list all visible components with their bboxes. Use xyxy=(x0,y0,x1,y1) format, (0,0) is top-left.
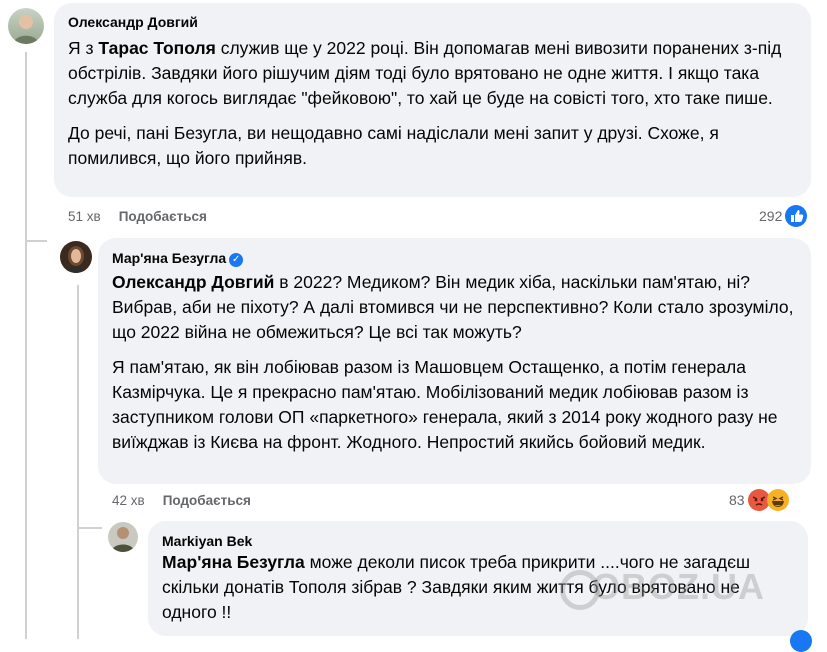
comment-text-part: Я з xyxy=(68,38,99,58)
comment-paragraph: До речі, пані Безугла, ви нещодавно самі… xyxy=(68,123,719,168)
comment-bubble: Мар'яна Безугла ✓ Олександр Довгий в 2022… xyxy=(98,238,811,484)
comment-author[interactable]: Олександр Довгий xyxy=(68,14,198,30)
verified-badge-icon: ✓ xyxy=(229,253,244,267)
user-photo-icon xyxy=(64,246,88,273)
avatar-maryana-bezuhla[interactable] xyxy=(60,241,92,273)
mention-link[interactable]: Олександр Довгий xyxy=(112,272,274,292)
like-icon xyxy=(785,205,808,227)
avatar-oleksandr-dovhyi[interactable] xyxy=(8,8,44,44)
like-button[interactable]: Подобається xyxy=(163,493,251,508)
reaction-count: 83 xyxy=(729,492,745,508)
comment-time[interactable]: 51 хв xyxy=(68,209,101,224)
comment-bubble: Олександр Довгий Я з Тарас Тополя служив… xyxy=(54,3,811,197)
reaction-count: 292 xyxy=(759,208,783,224)
mention-link[interactable]: Мар'яна Безугла xyxy=(162,552,305,572)
comment-author[interactable]: Markiyan Bek xyxy=(162,533,252,549)
comment-author[interactable]: Мар'яна Безугла xyxy=(112,250,226,266)
user-photo-icon xyxy=(111,527,135,552)
user-photo-icon xyxy=(13,15,39,44)
comment-text: Олександр Довгий в 2022? Медиком? Він ме… xyxy=(112,270,802,455)
mention-link[interactable]: Тарас Тополя xyxy=(98,38,215,58)
comment-text: Я з Тарас Тополя служив ще у 2022 році. … xyxy=(68,36,793,171)
reactions-summary[interactable]: 292 xyxy=(759,205,808,227)
thread-connector xyxy=(25,240,47,242)
like-icon xyxy=(790,630,812,652)
thread-connector xyxy=(77,527,102,529)
comment-meta: 42 хв Подобається xyxy=(112,493,251,508)
watermark: OBOZ.UA xyxy=(592,566,765,607)
avatar-markiyan-bek[interactable] xyxy=(108,522,138,552)
comment-meta: 51 хв Подобається xyxy=(68,209,207,224)
thread-connector xyxy=(25,52,27,639)
like-button[interactable]: Подобається xyxy=(119,209,207,224)
comment-time[interactable]: 42 хв xyxy=(112,493,145,508)
reactions-summary[interactable] xyxy=(790,630,812,652)
thread-connector xyxy=(77,285,79,639)
comment-author-row: Мар'яна Безугла ✓ xyxy=(112,250,244,268)
reactions-summary[interactable]: 83 xyxy=(729,489,789,511)
haha-icon xyxy=(766,489,789,511)
comment-paragraph: Я пам'ятаю, як він лобіював разом із Маш… xyxy=(112,357,778,452)
